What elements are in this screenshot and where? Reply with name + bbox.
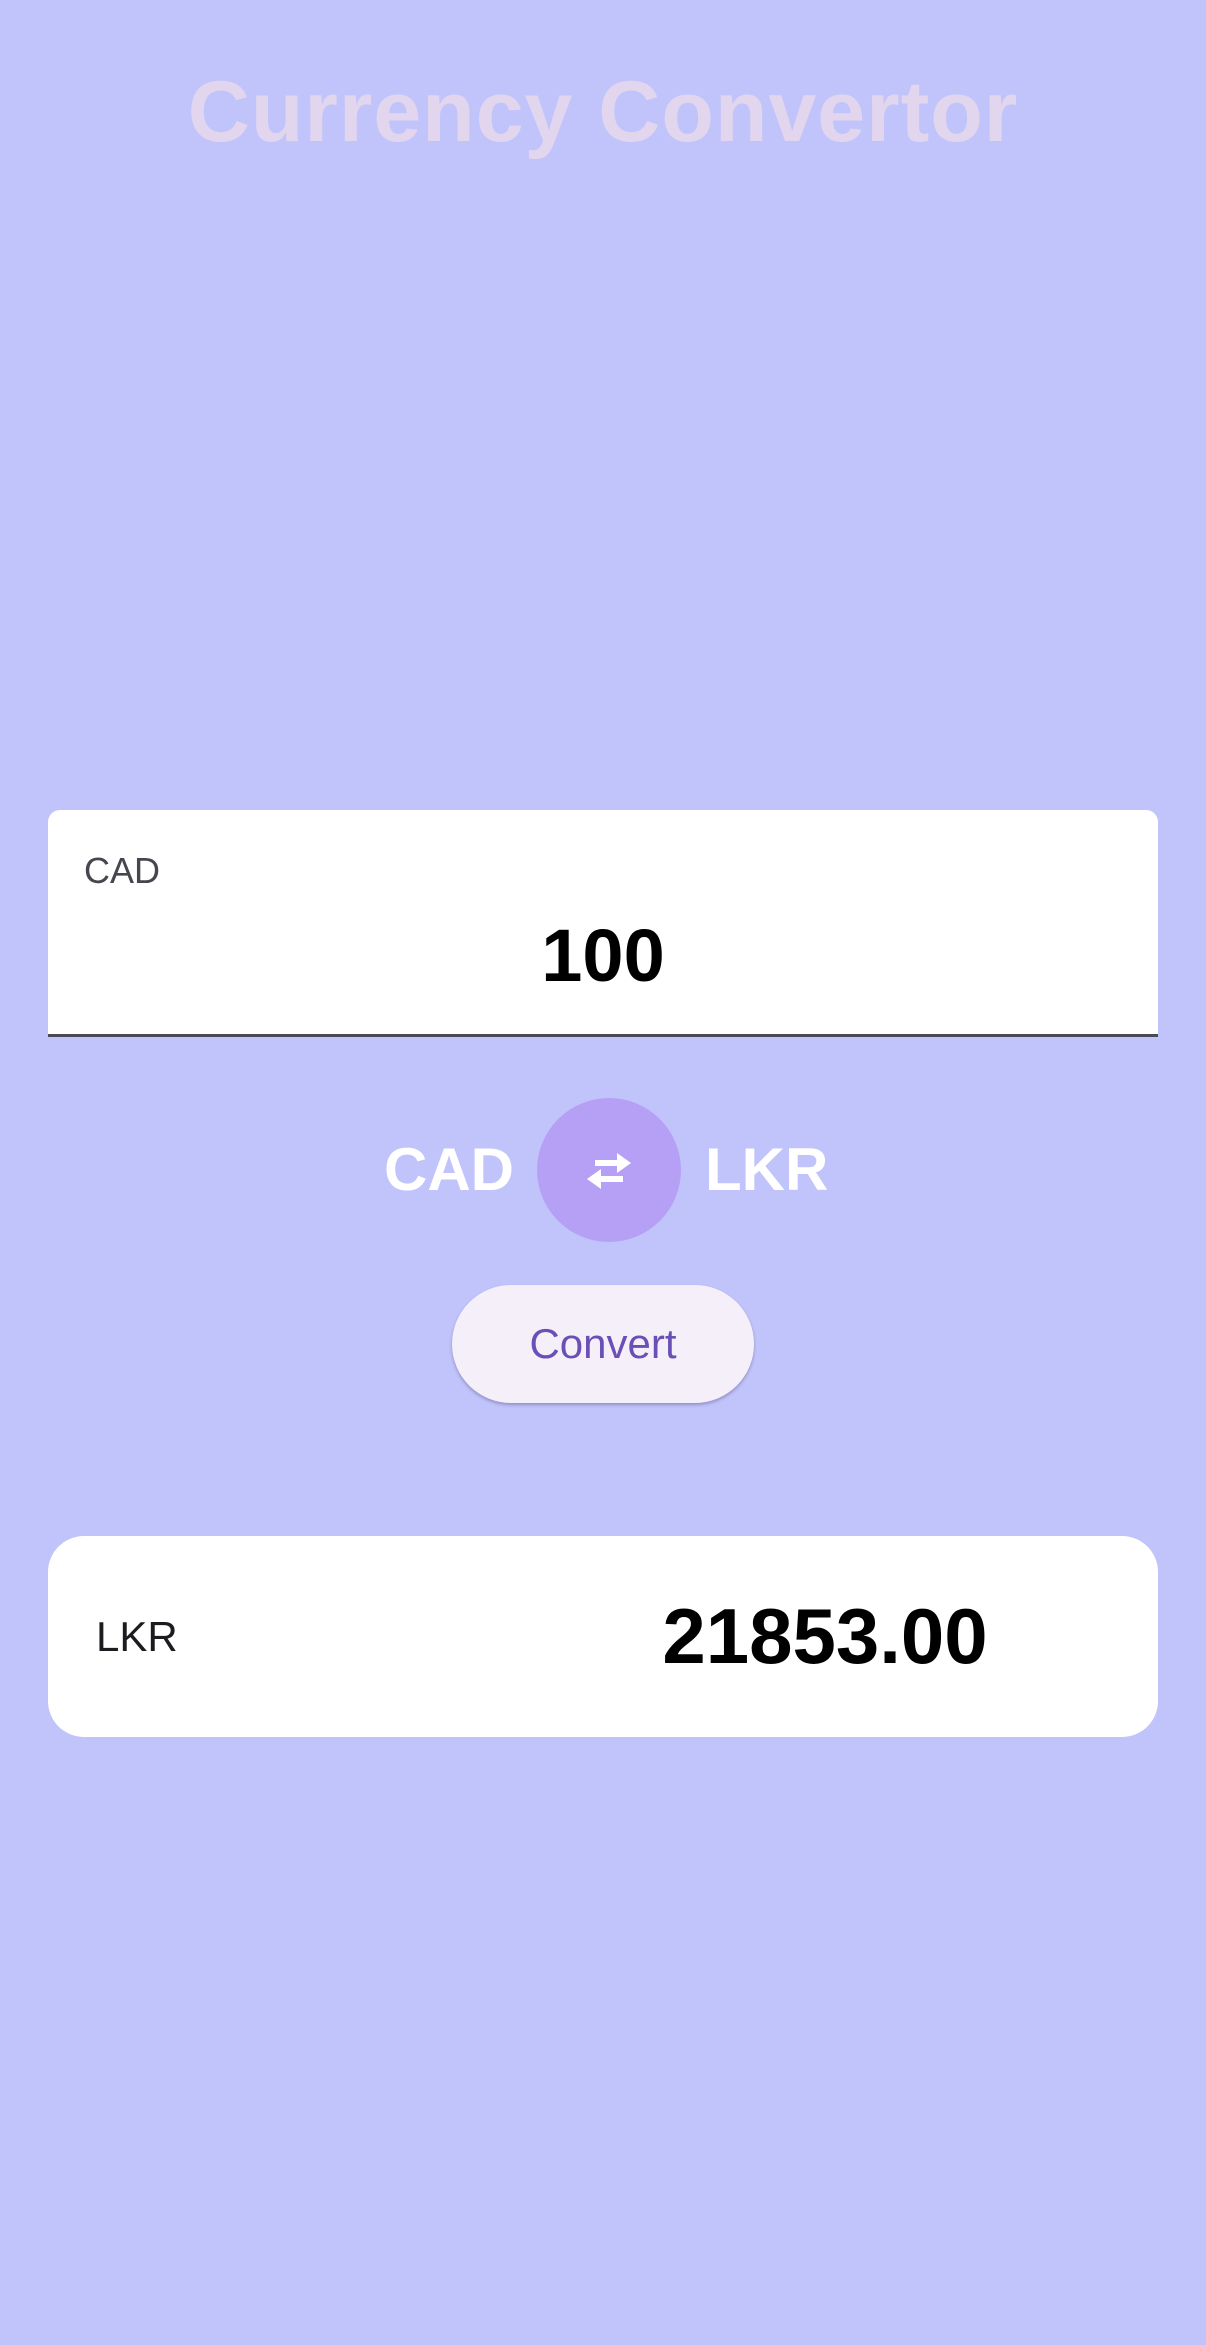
swap-horizontal-icon [587, 1153, 631, 1189]
app-title: Currency Convertor [187, 64, 1019, 160]
amount-field[interactable]: CAD [48, 810, 1158, 1037]
amount-field-label: CAD [84, 850, 161, 891]
to-currency-label: LKR [705, 1136, 829, 1203]
convert-button[interactable]: Convert [452, 1285, 754, 1403]
result-value: 21853.00 [662, 1592, 988, 1680]
result-card: LKR 21853.00 [48, 1536, 1158, 1737]
from-currency-label: CAD [384, 1136, 514, 1203]
swap-currency-button[interactable] [537, 1098, 681, 1242]
amount-input[interactable] [48, 895, 1158, 1015]
result-currency-label: LKR [96, 1613, 178, 1660]
